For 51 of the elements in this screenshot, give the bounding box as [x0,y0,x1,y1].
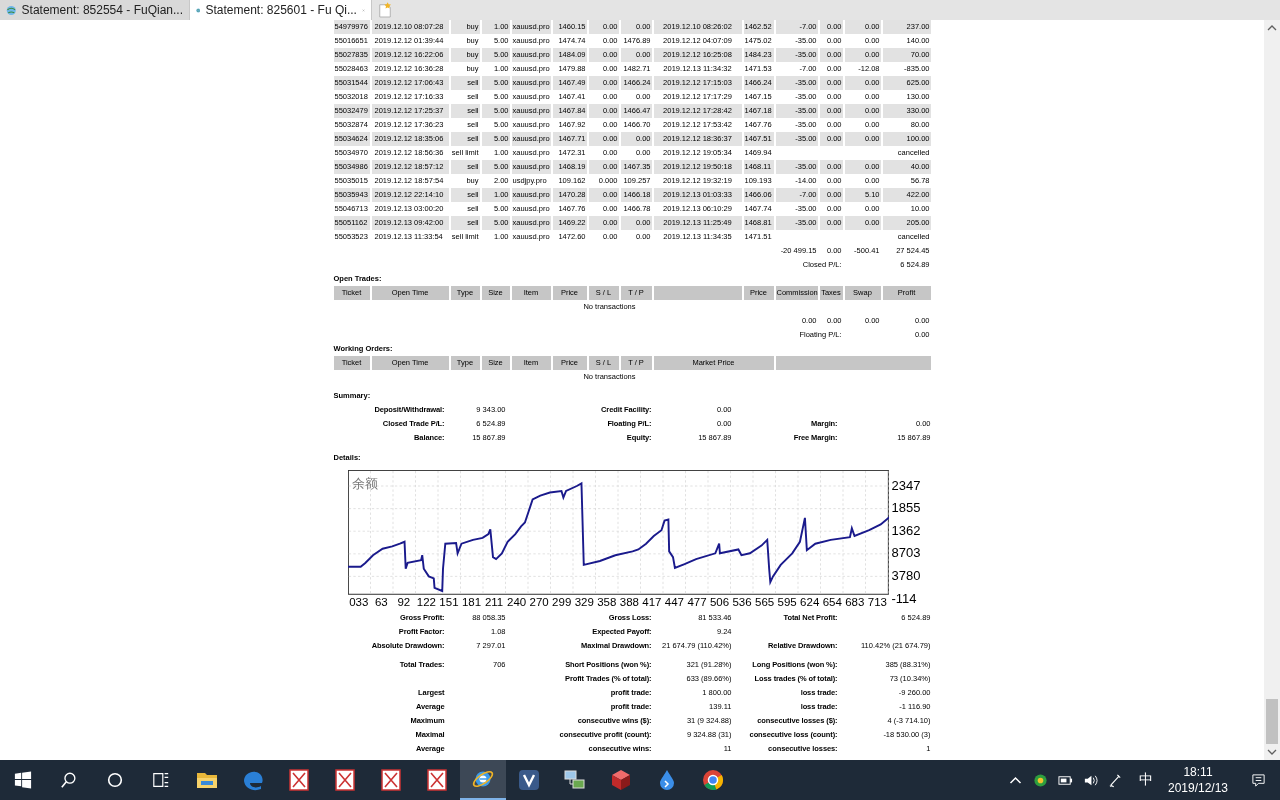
axis-label: 122 [416,596,436,608]
axis-label: 299 [552,596,572,608]
axis-label: 654 [822,596,842,608]
circle-logo-icon [701,768,725,792]
document-cross-icon [287,768,311,792]
scrollbar-thumb[interactable] [1266,699,1278,744]
browser-tab[interactable]: Statement: 852554 - FuQian... [0,0,190,20]
axis-label: 417 [642,596,662,608]
axis-label: 565 [755,596,775,608]
document-cross-icon [425,768,449,792]
axis-label: 8703 [891,544,922,563]
browser-tab[interactable]: Statement: 825601 - Fu Qi... [190,0,372,20]
axis-label: 506 [709,596,730,608]
axis-label: 1362 [891,521,922,540]
axis-label: 713 [867,596,887,608]
axis-label: 63 [374,596,388,608]
axis-label: 270 [529,596,549,608]
axis-label: -114 [891,589,918,608]
axis-label: 92 [397,596,411,608]
axis-label: 595 [777,596,797,608]
computer-icon [563,768,587,792]
axis-label: 2347 [891,476,922,495]
axis-label: 683 [845,596,865,608]
axis-label: 329 [574,596,594,608]
axis-label: 151 [439,596,459,608]
chart-title: 余额 [351,475,378,491]
axis-label: 211 [484,596,504,608]
axis-label: 181 [461,596,482,608]
windows-logo-icon[interactable] [14,771,32,789]
axis-label: 388 [619,596,639,608]
task-view-icon[interactable] [152,771,170,789]
input-method-indicator[interactable]: 中 [1139,771,1153,789]
chevron-tile-icon [517,768,541,792]
notification-icon[interactable] [1251,772,1266,788]
document-cross-icon [333,768,357,792]
axis-label: 358 [597,596,617,608]
axis-label: 624 [800,596,820,608]
scrollbar[interactable] [1264,20,1280,760]
axis-label: 447 [664,596,684,608]
pen-icon[interactable] [1108,772,1123,788]
axis-label: 3780 [891,567,922,586]
document-cross-icon [379,768,403,792]
search-icon[interactable] [60,771,78,789]
axis-label: 536 [732,596,752,608]
axis-label: 240 [507,596,527,608]
circle-icon[interactable] [106,771,124,789]
axis-label: 477 [687,596,707,608]
axis-label: 033 [349,596,369,608]
cube-icon [609,768,633,792]
axis-label: 1855 [891,499,922,518]
clock[interactable]: 18:11 2019/12/13 [1163,764,1233,796]
